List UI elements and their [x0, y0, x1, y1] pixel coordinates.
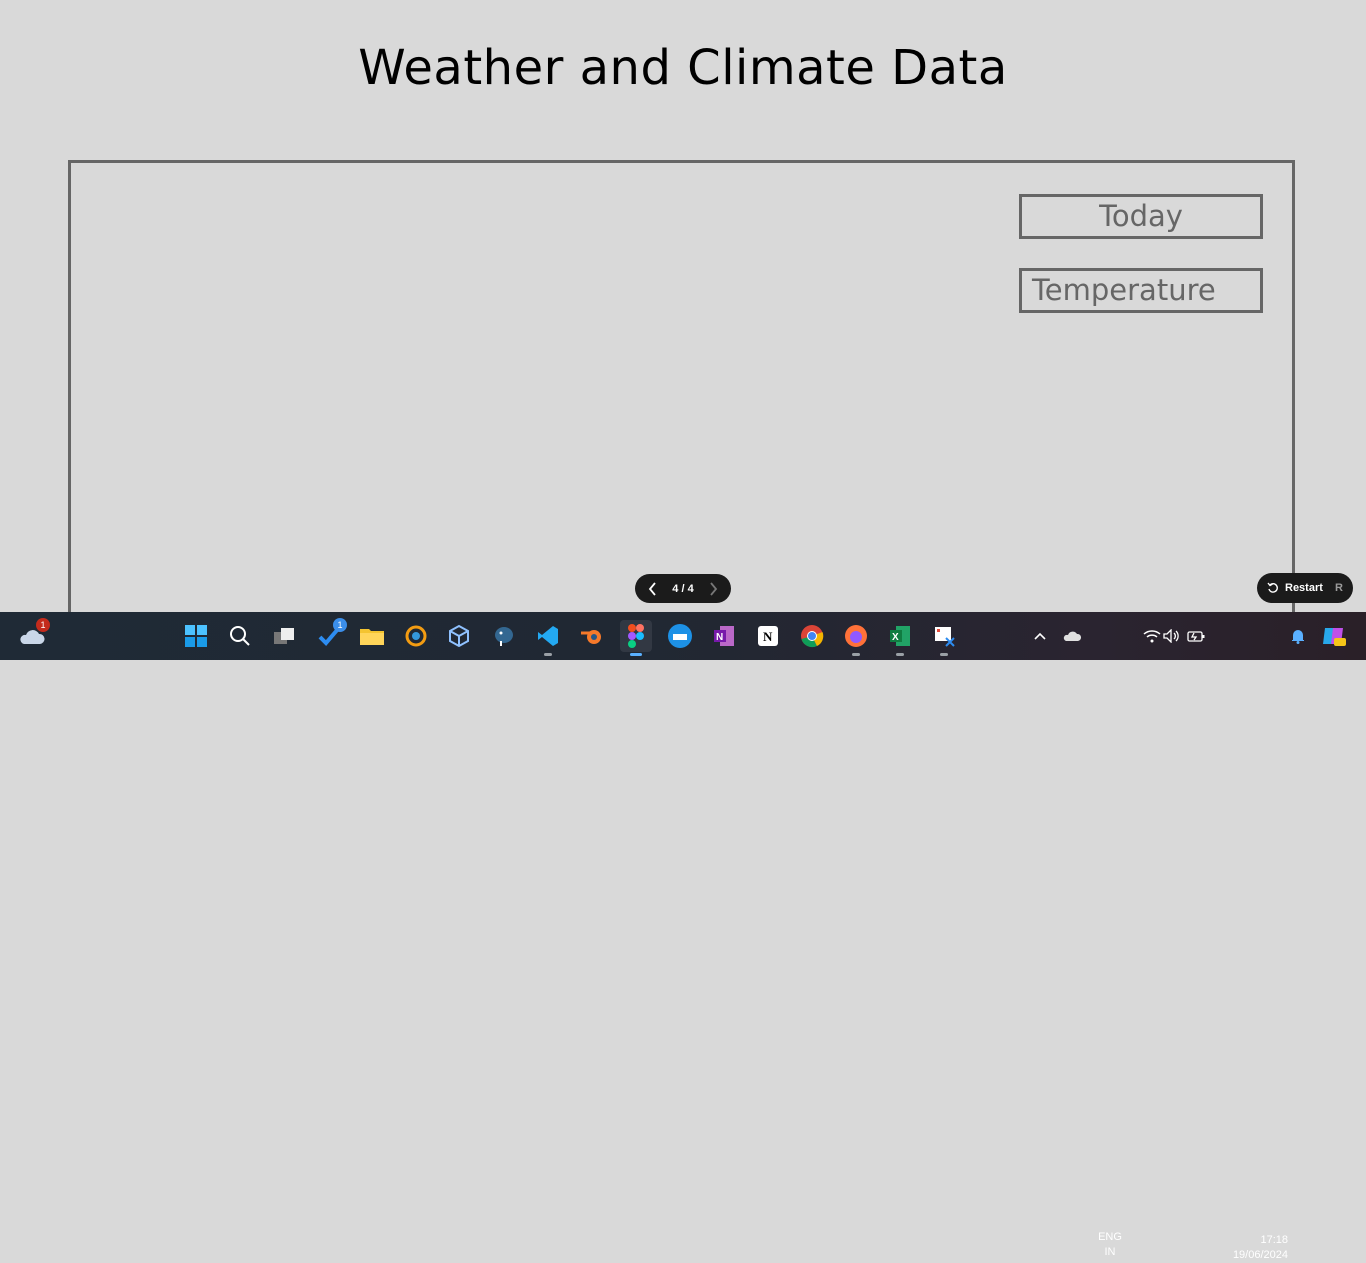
- running-indicator: [940, 653, 948, 656]
- copilot-icon: [1323, 628, 1346, 646]
- restart-label: Restart: [1285, 582, 1323, 594]
- onedrive-cloud-icon: [1063, 631, 1082, 641]
- chrome-icon: [801, 625, 824, 648]
- onenote-icon: N: [714, 626, 734, 646]
- running-indicator: [544, 653, 552, 656]
- tasks-badge: 1: [333, 618, 347, 632]
- chevron-up-icon: [1034, 632, 1046, 640]
- restart-shortcut: R: [1335, 582, 1343, 594]
- weather-widget[interactable]: 1: [16, 618, 50, 652]
- speaker-icon: [1163, 629, 1179, 643]
- previous-slide-button[interactable]: [645, 581, 661, 597]
- docker-button[interactable]: [664, 620, 696, 652]
- running-indicator: [896, 653, 904, 656]
- battery-charging-icon: [1187, 631, 1205, 642]
- next-slide-button[interactable]: [705, 581, 721, 597]
- slide-pager: 4 / 4: [635, 574, 731, 603]
- search-icon: [230, 626, 250, 646]
- blender-icon: [581, 630, 601, 644]
- blender-button[interactable]: [576, 620, 608, 652]
- cube-icon: [449, 624, 469, 648]
- snipping-tool-button[interactable]: [928, 620, 960, 656]
- file-explorer-button[interactable]: [356, 620, 388, 652]
- battery-button[interactable]: [1180, 620, 1212, 652]
- start-button[interactable]: [180, 620, 212, 652]
- snipping-tool-icon: [935, 627, 955, 647]
- clock[interactable]: 17:18 19/06/2024: [1216, 1233, 1288, 1263]
- svg-text:X: X: [892, 632, 899, 643]
- elephant-icon: [495, 627, 513, 646]
- chrome-button[interactable]: [796, 620, 828, 652]
- taskbar: 1 1 N N X ENG IN 17:18 19/06/2024: [0, 612, 1366, 1261]
- running-indicator: [852, 653, 860, 656]
- windows-icon: [185, 625, 207, 647]
- active-indicator: [630, 653, 642, 656]
- clock-date: 19/06/2024: [1232, 1249, 1288, 1261]
- restart-icon: [1267, 582, 1278, 593]
- folder-icon: [360, 629, 384, 645]
- swirl-app-icon: [405, 625, 427, 647]
- language-code: ENG: [1098, 1231, 1122, 1243]
- onenote-button[interactable]: N: [708, 620, 740, 652]
- page-indicator: 4 / 4: [672, 582, 694, 595]
- figma-icon: [628, 624, 644, 648]
- chevron-right-icon: [710, 581, 718, 596]
- notion-button[interactable]: N: [752, 620, 784, 652]
- today-label: Today: [1019, 194, 1263, 239]
- chevron-left-icon: [648, 581, 656, 596]
- notion-icon: N: [758, 626, 778, 646]
- notifications-button[interactable]: [1282, 620, 1314, 652]
- clock-time: 17:18: [1260, 1234, 1288, 1246]
- svg-text:N: N: [716, 632, 723, 643]
- app-button[interactable]: [400, 620, 432, 652]
- weather-badge: 1: [36, 618, 50, 632]
- tasks-app-button[interactable]: 1: [313, 618, 347, 652]
- onedrive-button[interactable]: [1056, 620, 1088, 652]
- restart-button[interactable]: Restart R: [1257, 573, 1353, 603]
- vscode-icon: [538, 626, 558, 646]
- copilot-button[interactable]: [1318, 620, 1350, 652]
- vscode-button[interactable]: [532, 620, 564, 656]
- firefox-icon: [845, 625, 867, 647]
- show-hidden-icons-button[interactable]: [1024, 620, 1056, 652]
- postgres-button[interactable]: [488, 620, 520, 652]
- excel-icon: X: [890, 626, 910, 646]
- task-view-icon: [274, 628, 294, 644]
- svg-text:N: N: [763, 629, 773, 644]
- bell-icon: [1292, 630, 1304, 644]
- firefox-button[interactable]: [840, 620, 872, 656]
- virtualbox-button[interactable]: [443, 620, 475, 652]
- input-language-indicator[interactable]: ENG IN: [1092, 1230, 1128, 1260]
- region-code: IN: [1104, 1246, 1116, 1258]
- search-button[interactable]: [224, 620, 256, 652]
- task-view-button[interactable]: [268, 620, 300, 652]
- temperature-label: Temperature: [1019, 268, 1263, 313]
- docker-icon: [668, 624, 692, 648]
- figma-button[interactable]: [620, 620, 652, 656]
- page-title: Weather and Climate Data: [358, 40, 1008, 96]
- excel-button[interactable]: X: [884, 620, 916, 656]
